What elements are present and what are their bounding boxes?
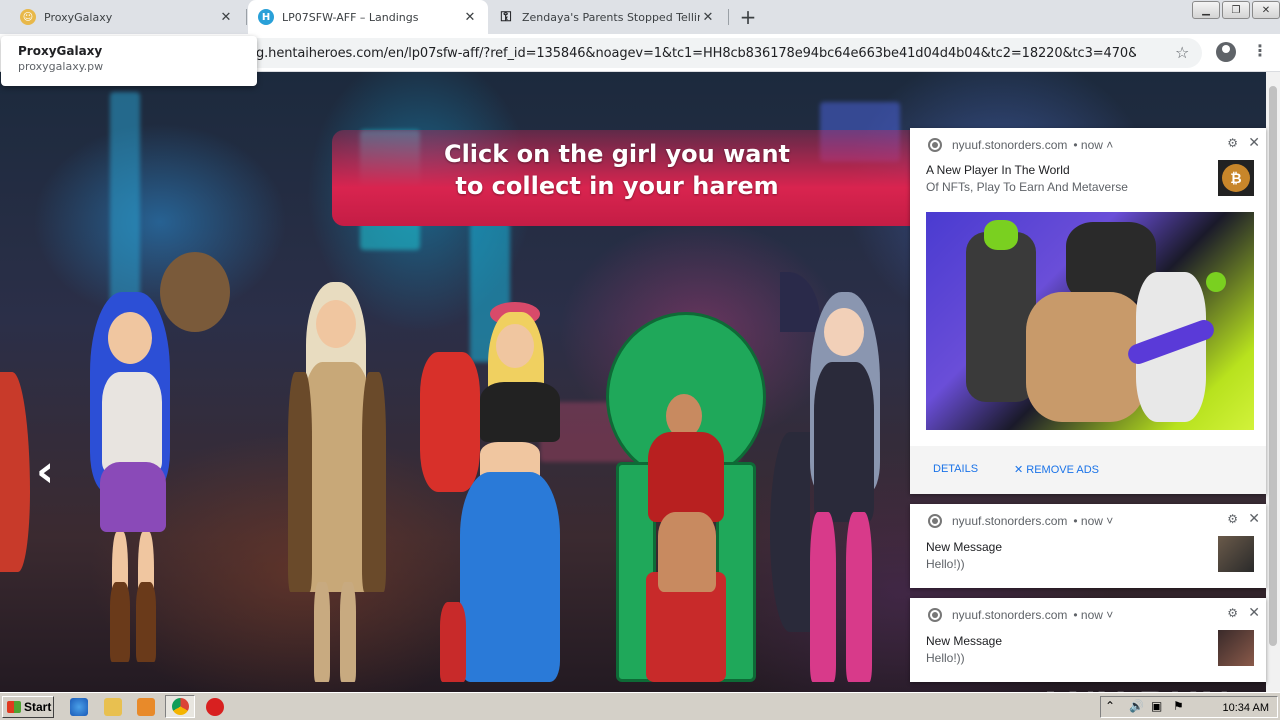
details-button[interactable]: DETAILS <box>933 463 978 475</box>
anyrun-watermark: ANY RUN <box>1036 684 1232 692</box>
tab-title: ProxyGalaxy <box>44 10 113 24</box>
notification-body: Of NFTs, Play To Earn And Metaverse <box>926 180 1128 194</box>
notification-time: • now ˄ <box>1073 138 1114 152</box>
address-bar[interactable]: g.hentaiheroes.com/en/lp07sfw-aff/?ref_i… <box>220 38 1202 68</box>
chrome-icon <box>928 608 942 622</box>
tab-proxygalaxy[interactable]: ☺ ProxyGalaxy ✕ <box>10 0 244 34</box>
notification-message-2[interactable]: nyuuf.stonorders.com • now ˅ ⚙ ✕ New Mes… <box>910 598 1266 682</box>
banner-line-2: to collect in your harem <box>455 172 779 200</box>
system-tray: ⌃ 🔊 ▣ ⚑ 10:34 AM <box>1100 696 1278 718</box>
key-favicon-icon: ⚿ <box>500 9 512 25</box>
windows-taskbar: Start ⌃ 🔊 ▣ ⚑ 10:34 AM <box>0 692 1280 720</box>
start-button[interactable]: Start <box>2 696 54 718</box>
remove-ads-button[interactable]: ✕ REMOVE ADS <box>1014 463 1099 476</box>
settings-gear-icon[interactable]: ⚙ <box>1227 606 1238 620</box>
folder-icon[interactable] <box>104 698 122 716</box>
hover-card-url: proxygalaxy.pw <box>18 60 104 73</box>
windows-flag-icon <box>7 701 21 713</box>
notification-header: nyuuf.stonorders.com • now ˅ <box>928 514 1113 528</box>
tab-strip: ☺ ProxyGalaxy ✕ H LP07SFW-AFF – Landings… <box>0 0 1280 34</box>
carousel-prev-arrow-icon[interactable]: ‹ <box>36 446 54 497</box>
settings-gear-icon[interactable]: ⚙ <box>1227 512 1238 526</box>
notification-title: A New Player In The World <box>926 163 1070 177</box>
notification-body: Hello!)) <box>926 651 965 665</box>
photo-thumbnail-icon <box>1218 630 1254 666</box>
new-tab-button[interactable]: + <box>736 5 760 29</box>
chrome-icon <box>928 514 942 528</box>
window-controls: ▁ ❐ ✕ <box>1190 0 1280 19</box>
settings-gear-icon[interactable]: ⚙ <box>1227 136 1238 150</box>
tab-zendaya[interactable]: ⚿ Zendaya's Parents Stopped Telling H ✕ <box>488 0 726 34</box>
character-partial[interactable] <box>0 372 30 572</box>
notification-hero-image <box>926 212 1254 430</box>
notification-actions: DETAILS ✕ REMOVE ADS <box>910 446 1266 494</box>
photo-thumbnail-icon <box>1218 536 1254 572</box>
character-mechanic[interactable] <box>420 302 570 692</box>
notification-time: • now ˅ <box>1073 514 1114 528</box>
tab-landings[interactable]: H LP07SFW-AFF – Landings ✕ <box>248 0 488 34</box>
volume-icon[interactable]: 🔊 <box>1129 699 1144 713</box>
close-icon[interactable]: ✕ <box>1248 134 1260 151</box>
close-icon[interactable]: ✕ <box>1248 510 1260 527</box>
hover-card-title: ProxyGalaxy <box>18 44 103 58</box>
notification-nft[interactable]: nyuuf.stonorders.com • now ˄ ⚙ ✕ A New P… <box>910 128 1266 494</box>
notification-body: Hello!)) <box>926 557 965 571</box>
flag-icon[interactable]: ⚑ <box>1173 699 1184 713</box>
close-icon[interactable]: ✕ <box>700 9 716 25</box>
close-icon[interactable]: ✕ <box>218 9 234 25</box>
tab-title: Zendaya's Parents Stopped Telling H <box>522 10 700 24</box>
notification-message-1[interactable]: nyuuf.stonorders.com • now ˅ ⚙ ✕ New Mes… <box>910 504 1266 588</box>
notification-site: nyuuf.stonorders.com <box>952 608 1068 622</box>
character-succubus[interactable] <box>770 272 910 692</box>
close-icon[interactable]: ✕ <box>1248 604 1260 621</box>
tab-title: LP07SFW-AFF – Landings <box>282 10 419 24</box>
notification-header: nyuuf.stonorders.com • now ˄ <box>928 138 1113 152</box>
notification-header: nyuuf.stonorders.com • now ˅ <box>928 608 1113 622</box>
internet-explorer-icon[interactable] <box>70 698 88 716</box>
start-label: Start <box>24 700 52 714</box>
notification-title: New Message <box>926 634 1003 648</box>
taskbar-chrome-button[interactable] <box>165 695 195 718</box>
smiley-favicon-icon: ☺ <box>20 9 36 25</box>
cta-banner-text: Click on the girl you want to collect in… <box>332 138 932 202</box>
minimize-button[interactable]: ▁ <box>1192 1 1220 19</box>
character-blue-hair[interactable] <box>60 252 230 682</box>
profile-avatar-icon[interactable] <box>1216 42 1236 62</box>
notification-title: New Message <box>926 540 1003 554</box>
bookmark-star-icon[interactable]: ☆ <box>1175 43 1189 62</box>
close-window-button[interactable]: ✕ <box>1252 1 1280 19</box>
tray-expand-icon[interactable]: ⌃ <box>1105 699 1115 713</box>
notification-site: nyuuf.stonorders.com <box>952 514 1068 528</box>
tab-hover-card: ProxyGalaxy proxygalaxy.pw <box>1 36 257 86</box>
taskbar-clock[interactable]: 10:34 AM <box>1223 702 1269 714</box>
notification-time: • now ˅ <box>1073 608 1114 622</box>
character-blonde-hair[interactable] <box>280 282 390 692</box>
tab-divider <box>728 9 729 25</box>
scrollbar-thumb[interactable] <box>1269 86 1277 646</box>
tab-divider <box>246 9 247 25</box>
url-text[interactable]: g.hentaiheroes.com/en/lp07sfw-aff/?ref_i… <box>256 46 1136 61</box>
h-favicon-icon: H <box>258 9 274 25</box>
bitcoin-thumbnail-icon: ₿ <box>1218 160 1254 196</box>
notification-site: nyuuf.stonorders.com <box>952 138 1068 152</box>
kebab-menu-icon[interactable]: ⋮ <box>1252 41 1268 60</box>
chrome-icon <box>172 698 189 715</box>
stop-icon[interactable] <box>206 698 224 716</box>
chrome-icon <box>928 138 942 152</box>
network-icon[interactable]: ▣ <box>1151 699 1162 713</box>
maximize-button[interactable]: ❐ <box>1222 1 1250 19</box>
page-scrollbar[interactable] <box>1266 72 1280 692</box>
close-icon[interactable]: ✕ <box>462 9 478 25</box>
media-player-icon[interactable] <box>137 698 155 716</box>
banner-line-1: Click on the girl you want <box>443 140 791 168</box>
character-throne[interactable] <box>596 312 772 692</box>
